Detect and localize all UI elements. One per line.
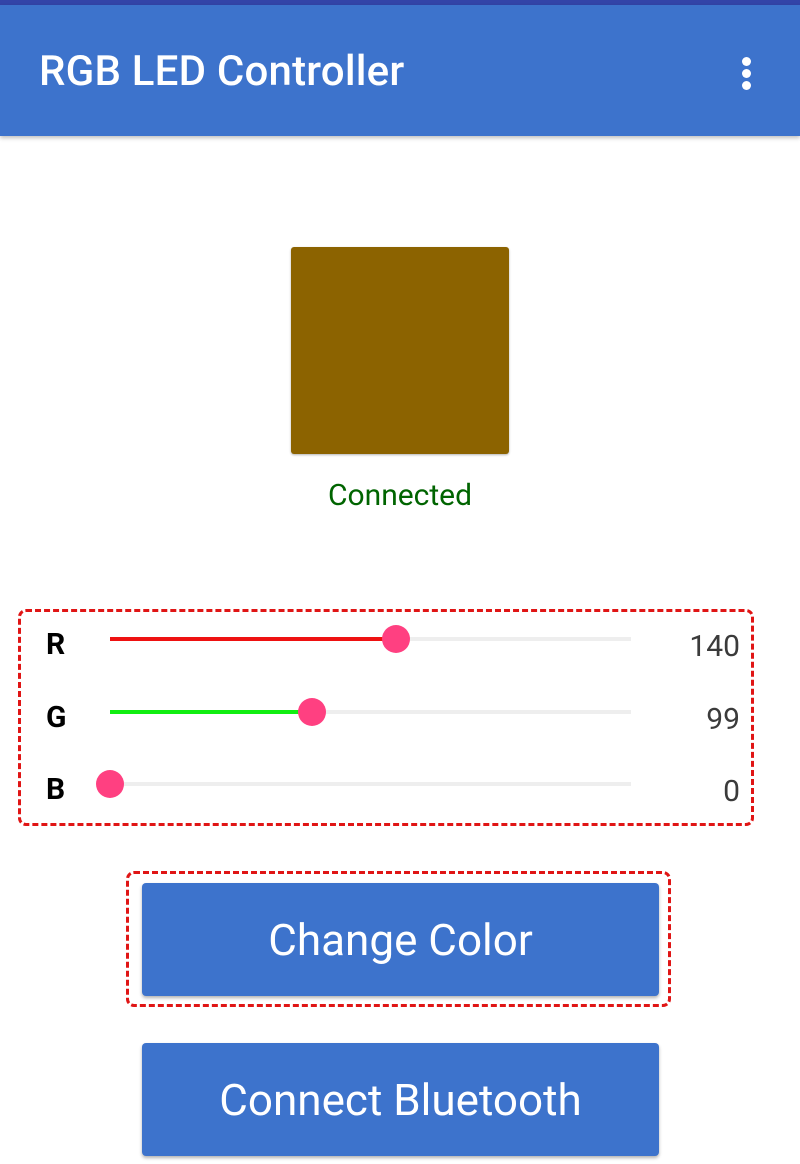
red-value: 140 — [689, 629, 740, 664]
channel-label-r: R — [46, 627, 66, 662]
overflow-menu-icon[interactable] — [732, 53, 762, 93]
app-title: RGB LED Controller — [39, 47, 405, 96]
green-slider-thumb[interactable] — [298, 698, 327, 726]
blue-value: 0 — [723, 774, 740, 809]
slider-row-blue: B 0 — [0, 770, 800, 812]
green-value: 99 — [706, 702, 740, 737]
channel-label-g: G — [46, 700, 67, 735]
connection-status: Connected — [327, 478, 473, 513]
red-slider-thumb[interactable] — [382, 625, 411, 653]
color-preview-swatch — [291, 247, 509, 454]
app-bar: RGB LED Controller — [0, 5, 800, 136]
channel-label-b: B — [46, 772, 66, 807]
red-slider[interactable] — [110, 625, 631, 653]
green-slider[interactable] — [110, 698, 631, 726]
change-color-button[interactable]: Change Color — [142, 883, 659, 996]
connect-bluetooth-button[interactable]: Connect Bluetooth — [142, 1043, 659, 1156]
slider-row-green: G 99 — [0, 698, 800, 740]
blue-slider[interactable] — [96, 770, 631, 798]
blue-slider-thumb[interactable] — [96, 770, 124, 798]
green-slider-fill — [110, 710, 313, 714]
red-slider-fill — [110, 637, 397, 641]
slider-row-red: R 140 — [0, 625, 800, 667]
